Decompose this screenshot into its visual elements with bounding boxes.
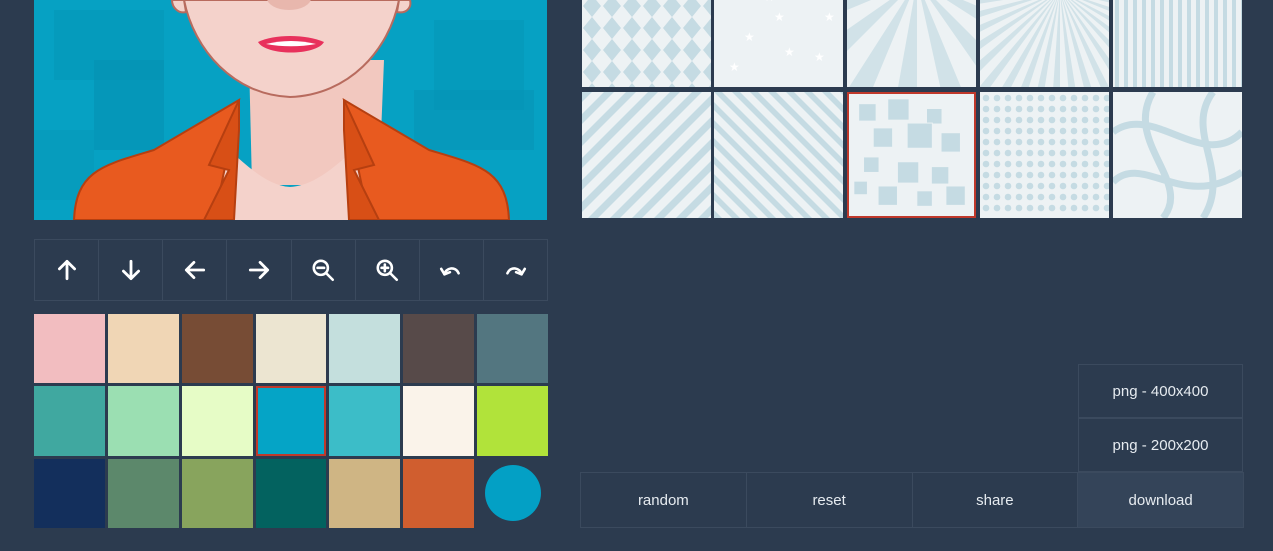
- zoom-in-icon: [376, 259, 399, 282]
- color-swatch[interactable]: [329, 314, 401, 384]
- color-swatch[interactable]: [477, 459, 548, 528]
- svg-text:★: ★: [729, 60, 740, 74]
- color-swatch[interactable]: [477, 386, 548, 456]
- color-swatch[interactable]: [329, 458, 401, 528]
- color-swatch[interactable]: [107, 314, 179, 384]
- background-pattern-grid: ★★★★★★★★★★: [582, 0, 1243, 219]
- move-down-button[interactable]: [98, 239, 164, 301]
- color-swatch[interactable]: [107, 386, 179, 456]
- color-swatch[interactable]: [181, 314, 253, 384]
- download-button[interactable]: download: [1077, 473, 1243, 527]
- background-color-palette: [34, 314, 548, 528]
- color-swatch[interactable]: [329, 386, 401, 456]
- color-swatch[interactable]: [181, 386, 253, 456]
- zoom-in-button[interactable]: [354, 239, 420, 301]
- pattern-tile-rays[interactable]: [980, 0, 1109, 87]
- color-swatch[interactable]: [107, 458, 179, 528]
- svg-text:★: ★: [784, 45, 795, 59]
- reset-button[interactable]: reset: [745, 473, 912, 527]
- color-swatch[interactable]: [403, 314, 475, 384]
- pattern-tile-curves[interactable]: [1113, 92, 1242, 218]
- svg-text:★: ★: [814, 50, 825, 64]
- zoom-out-icon: [312, 259, 335, 282]
- current-color-indicator: [484, 465, 541, 522]
- pattern-tile-sunburst[interactable]: [847, 0, 976, 87]
- arrow-right-icon: [248, 261, 270, 279]
- move-right-button[interactable]: [226, 239, 292, 301]
- undo-icon: [440, 267, 461, 276]
- arrow-down-icon: [121, 259, 140, 281]
- pattern-tile-harlequin[interactable]: [582, 0, 711, 87]
- avatar-illustration: [34, 0, 534, 220]
- svg-text:★: ★: [824, 10, 835, 24]
- color-swatch[interactable]: [255, 386, 327, 456]
- png-200-button[interactable]: png - 200x200: [1078, 418, 1243, 472]
- arrow-left-icon: [184, 261, 205, 279]
- transform-toolbar: [34, 239, 548, 301]
- svg-text:★: ★: [744, 30, 755, 44]
- share-button[interactable]: share: [911, 473, 1078, 527]
- rotate-left-button[interactable]: [418, 239, 484, 301]
- color-swatch[interactable]: [255, 458, 327, 528]
- rotate-right-button[interactable]: [482, 239, 548, 301]
- color-swatch[interactable]: [477, 314, 548, 384]
- avatar-preview: [34, 0, 547, 220]
- png-400-button[interactable]: png - 400x400: [1078, 364, 1243, 418]
- move-left-button[interactable]: [162, 239, 228, 301]
- zoom-out-button[interactable]: [290, 239, 356, 301]
- svg-text:★: ★: [764, 0, 775, 4]
- arrow-up-icon: [57, 259, 76, 281]
- pattern-tile-squares[interactable]: [847, 92, 976, 218]
- color-swatch[interactable]: [34, 458, 105, 528]
- color-swatch[interactable]: [403, 458, 475, 528]
- pattern-tile-diagonal-stripes-right[interactable]: [582, 92, 711, 218]
- redo-icon: [506, 267, 527, 276]
- color-swatch[interactable]: [181, 458, 253, 528]
- svg-text:★: ★: [774, 10, 785, 24]
- move-up-button[interactable]: [34, 239, 100, 301]
- pattern-tile-diagonal-stripes-left[interactable]: [714, 92, 843, 218]
- pattern-tile-vertical-stripes[interactable]: [1113, 0, 1242, 87]
- random-button[interactable]: random: [581, 473, 746, 527]
- action-bar: random reset share download: [580, 472, 1244, 528]
- pattern-tile-dots[interactable]: [980, 92, 1109, 218]
- color-swatch[interactable]: [255, 314, 327, 384]
- color-swatch[interactable]: [403, 386, 475, 456]
- color-swatch[interactable]: [34, 314, 105, 384]
- pattern-tile-stars[interactable]: ★★★★★★★★★★: [714, 0, 843, 87]
- color-swatch[interactable]: [34, 386, 105, 456]
